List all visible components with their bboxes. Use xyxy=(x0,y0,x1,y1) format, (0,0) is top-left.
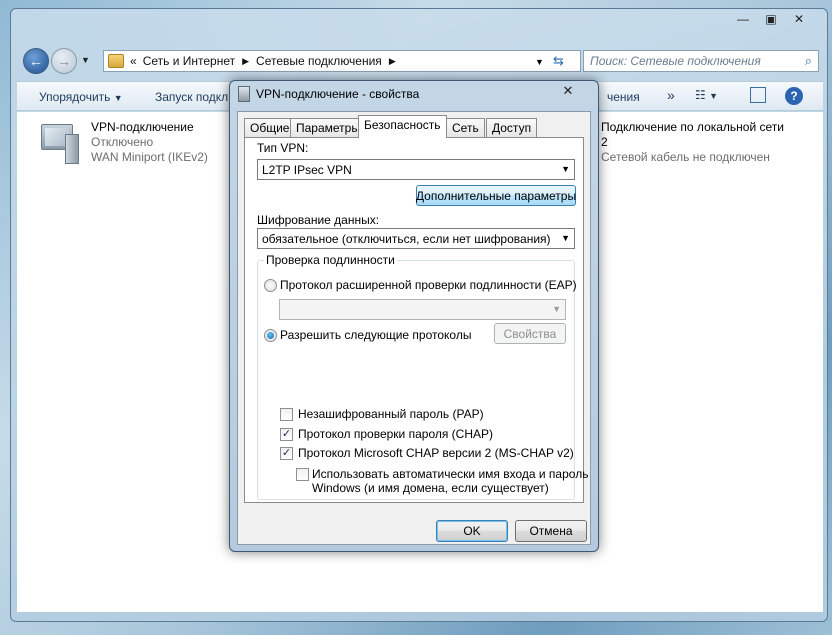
check-icon: ✓ xyxy=(281,447,292,459)
chap-label[interactable]: Протокол проверки пароля (CHAP) xyxy=(298,427,493,441)
connection-name-suffix: 2 xyxy=(601,135,608,149)
breadcrumb-separator-icon[interactable]: ▶ xyxy=(242,56,249,67)
dialog-body: Общие Параметры Безопасность Сеть Доступ… xyxy=(237,111,591,545)
forward-button[interactable]: → xyxy=(51,48,77,74)
dialog-title: VPN-подключение - свойства xyxy=(256,87,420,101)
tab-security[interactable]: Безопасность xyxy=(358,115,447,138)
breadcrumb-separator-icon[interactable]: ▶ xyxy=(389,56,396,67)
breadcrumb-network-internet[interactable]: Сеть и Интернет xyxy=(143,54,235,68)
dialog-close-button[interactable]: ✕ xyxy=(548,82,588,100)
help-button[interactable]: ? xyxy=(785,87,803,105)
security-panel: Тип VPN: L2TP IPsec VPN ▼ Дополнительные… xyxy=(244,137,588,503)
list-item[interactable]: Подключение по локальной сети 2 Сетевой … xyxy=(601,120,821,170)
properties-button[interactable]: Свойства xyxy=(494,323,566,344)
view-options-button[interactable]: ☷ ▼ xyxy=(695,88,718,102)
chevron-down-icon: ▼ xyxy=(535,57,544,67)
breadcrumb-network-connections[interactable]: Сетевые подключения xyxy=(256,54,382,68)
search-placeholder: Поиск: Сетевые подключения xyxy=(590,54,761,68)
chevron-down-icon: ▼ xyxy=(561,233,570,243)
pap-label[interactable]: Незашифрованный пароль (PAP) xyxy=(298,407,484,421)
dialog-icon xyxy=(238,86,250,102)
allow-protocols-label[interactable]: Разрешить следующие протоколы xyxy=(280,328,471,342)
vpn-type-label: Тип VPN: xyxy=(257,141,309,155)
toolbar-item-partial[interactable]: чения xyxy=(607,90,640,104)
breadcrumb-prefix[interactable]: « xyxy=(130,54,137,68)
vpn-connection-icon xyxy=(37,120,85,166)
start-connection-button[interactable]: Запуск подкл xyxy=(155,90,228,104)
connection-name: VPN-подключение xyxy=(91,120,194,134)
refresh-icon: ⇆ xyxy=(553,53,564,68)
organize-menu[interactable]: Упорядочить ▼ xyxy=(39,90,123,104)
arrow-left-icon: ← xyxy=(29,53,43,69)
eap-radio[interactable] xyxy=(264,279,277,292)
search-icon[interactable]: ⌕ xyxy=(805,53,812,69)
navigation-bar: ← → ▼ « Сеть и Интернет ▶ Сетевые подклю… xyxy=(23,47,823,75)
mschap-checkbox[interactable]: ✓ xyxy=(280,447,293,460)
check-icon: ✓ xyxy=(281,428,292,440)
chevron-down-icon: ▼ xyxy=(81,55,90,65)
authentication-group: Проверка подлинности Протокол расширенно… xyxy=(257,253,588,500)
vpn-type-select[interactable]: L2TP IPsec VPN ▼ xyxy=(257,159,575,180)
tab-network[interactable]: Сеть xyxy=(446,118,485,137)
close-icon: ✕ xyxy=(562,83,574,98)
network-folder-icon xyxy=(108,54,124,68)
preview-pane-button[interactable] xyxy=(750,87,766,103)
pap-checkbox[interactable] xyxy=(280,408,293,421)
auto-login-label-line1[interactable]: Использовать автоматически имя входа и п… xyxy=(312,467,588,481)
encryption-select[interactable]: обязательное (отключиться, если нет шифр… xyxy=(257,228,575,249)
allow-protocols-radio[interactable] xyxy=(264,329,277,342)
tab-options[interactable]: Параметры xyxy=(290,118,366,137)
tab-sharing[interactable]: Доступ xyxy=(486,118,538,137)
mschap-label[interactable]: Протокол Microsoft CHAP версии 2 (MS-CHA… xyxy=(298,446,574,460)
ok-button[interactable]: OK xyxy=(436,520,508,542)
connection-name: Подключение по локальной сети xyxy=(601,120,784,134)
encryption-value: обязательное (отключиться, если нет шифр… xyxy=(262,232,551,246)
address-dropdown[interactable]: ▼ xyxy=(535,57,544,67)
eap-method-select[interactable]: ▼ xyxy=(279,299,566,320)
chevron-down-icon: ▼ xyxy=(113,93,123,103)
maximize-button[interactable]: ▣ xyxy=(757,9,785,29)
eap-radio-label[interactable]: Протокол расширенной проверки подлинност… xyxy=(280,278,577,292)
connection-status: Отключено xyxy=(91,135,154,149)
chevron-down-icon: ▼ xyxy=(552,304,561,314)
connection-status: Сетевой кабель не подключен xyxy=(601,150,770,164)
close-button[interactable]: ✕ xyxy=(785,9,813,29)
minimize-button[interactable]: — xyxy=(729,9,757,29)
back-button[interactable]: ← xyxy=(23,48,49,74)
view-list-icon: ☷ xyxy=(695,88,706,102)
chap-checkbox[interactable]: ✓ xyxy=(280,428,293,441)
tab-general[interactable]: Общие xyxy=(244,118,296,137)
more-commands-button[interactable]: » xyxy=(667,87,675,103)
arrow-right-icon: → xyxy=(57,53,71,69)
help-icon: ? xyxy=(790,89,798,103)
recent-pages-dropdown[interactable]: ▼ xyxy=(81,55,90,65)
advanced-settings-button[interactable]: Дополнительные параметры xyxy=(416,185,576,206)
connection-device: WAN Miniport (IKEv2) xyxy=(91,150,208,164)
chevron-down-icon: ▼ xyxy=(709,91,719,101)
auto-login-checkbox[interactable] xyxy=(296,468,309,481)
refresh-button[interactable]: ⇆ xyxy=(553,53,564,69)
vpn-type-value: L2TP IPsec VPN xyxy=(262,163,352,177)
cancel-button[interactable]: Отмена xyxy=(515,520,587,542)
chevron-down-icon: ▼ xyxy=(561,164,570,174)
auto-login-label-line2[interactable]: Windows (и имя домена, если существует) xyxy=(312,481,549,495)
encryption-label: Шифрование данных: xyxy=(257,213,380,227)
authentication-group-title: Проверка подлинности xyxy=(264,253,397,267)
address-bar[interactable]: « Сеть и Интернет ▶ Сетевые подключения … xyxy=(103,50,581,72)
window-controls: — ▣ ✕ xyxy=(729,9,813,29)
search-input[interactable]: Поиск: Сетевые подключения ⌕ xyxy=(583,50,819,72)
vpn-properties-dialog: VPN-подключение - свойства ✕ Общие Парам… xyxy=(229,80,599,552)
